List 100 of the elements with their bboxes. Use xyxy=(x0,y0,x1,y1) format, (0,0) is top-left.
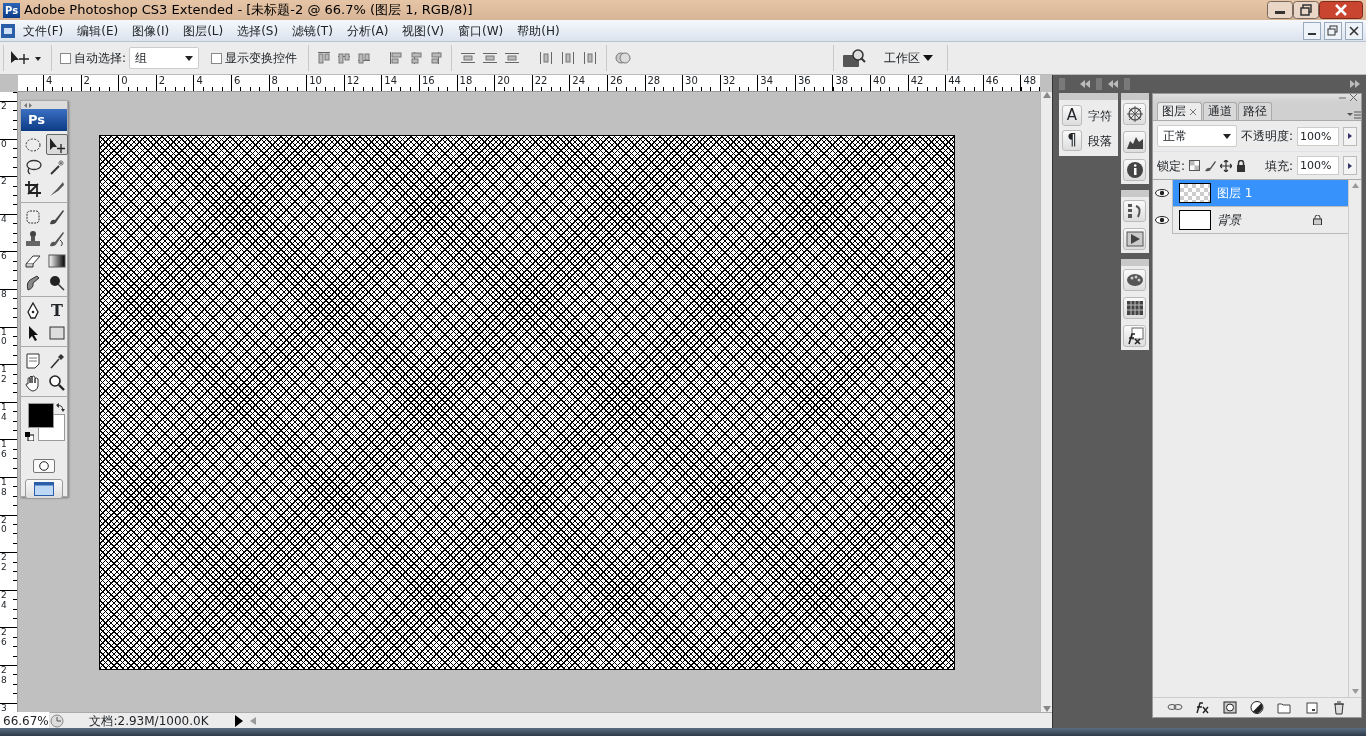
menu-item[interactable]: 图像(I) xyxy=(125,21,177,40)
half-circle-icon[interactable] xyxy=(1248,700,1265,715)
menu-item[interactable]: 窗口(W) xyxy=(451,21,511,40)
menu-arrow-icon[interactable] xyxy=(234,714,244,727)
align-icon[interactable] xyxy=(409,51,424,65)
distribute-icon[interactable] xyxy=(582,51,599,65)
document-canvas[interactable] xyxy=(99,135,955,670)
align-icon[interactable] xyxy=(389,51,404,65)
auto-align-icon[interactable] xyxy=(615,50,632,66)
lock-transparency-icon[interactable] xyxy=(1189,160,1200,171)
panel-tab[interactable]: 通道 xyxy=(1202,102,1237,120)
menu-item[interactable]: 滤镜(T) xyxy=(285,21,340,40)
collapse-icon[interactable] xyxy=(1079,80,1090,88)
swap-arrow-icon[interactable] xyxy=(56,403,65,412)
tool-button[interactable] xyxy=(46,134,68,155)
distribute-icon[interactable] xyxy=(560,51,577,65)
panel-tab[interactable]: 路径 xyxy=(1237,102,1272,120)
lock-icon[interactable] xyxy=(1236,159,1246,172)
expand-icon[interactable] xyxy=(1350,80,1360,88)
opacity-field[interactable]: 100% xyxy=(1297,126,1339,146)
grip-icon[interactable] xyxy=(1095,78,1102,90)
target-dropdown[interactable]: 组 xyxy=(129,47,200,69)
menu-item[interactable]: 选择(S) xyxy=(230,21,286,40)
fx-icon[interactable] xyxy=(1125,327,1144,345)
screen-mode-button[interactable] xyxy=(25,479,63,499)
color-swatches-drawing[interactable] xyxy=(27,403,65,441)
ruler-label: 4 xyxy=(46,75,53,86)
mask-icon[interactable] xyxy=(1221,700,1238,715)
close-button[interactable] xyxy=(1319,1,1363,19)
caret-icon xyxy=(1348,162,1352,169)
info-icon[interactable] xyxy=(1125,161,1144,179)
ruler-label: 18 xyxy=(459,75,473,86)
tool-button[interactable] xyxy=(22,178,44,199)
align-icon[interactable] xyxy=(357,51,372,65)
new-layer-icon[interactable] xyxy=(1303,700,1320,715)
close-icon[interactable] xyxy=(1188,107,1197,116)
restore-button[interactable] xyxy=(1293,1,1319,19)
distribute-icon[interactable] xyxy=(504,51,521,65)
menu-item[interactable]: 视图(V) xyxy=(395,21,452,40)
fx-icon[interactable] xyxy=(1194,700,1211,715)
panel-menu-icon[interactable] xyxy=(1347,110,1361,120)
tool-button[interactable]: T xyxy=(46,300,68,321)
ruler-label: 10 xyxy=(309,75,322,86)
menu-item[interactable]: 图层(L) xyxy=(176,21,231,40)
distribute-icon[interactable] xyxy=(482,51,499,65)
brush-icon xyxy=(48,207,66,226)
palette-icon[interactable] xyxy=(1125,271,1144,289)
align-icon[interactable] xyxy=(429,51,444,65)
magnifier-icon xyxy=(48,373,66,392)
menu-item[interactable]: 帮助(H) xyxy=(510,21,567,40)
menu-item[interactable]: 分析(A) xyxy=(339,21,396,40)
minimize-button[interactable] xyxy=(1267,1,1293,19)
panel-grip[interactable] xyxy=(21,101,67,109)
quick-mask-button[interactable] xyxy=(33,459,55,473)
lock-label: 锁定: xyxy=(1156,157,1185,175)
fill-slider-button[interactable] xyxy=(1343,156,1357,175)
blend-mode-dropdown[interactable]: 正常 xyxy=(1156,125,1237,147)
grip-icon[interactable] xyxy=(1059,78,1065,90)
checkbox[interactable] xyxy=(211,52,223,64)
panel-tab[interactable]: 图层 xyxy=(1156,102,1202,120)
bridge-icon[interactable] xyxy=(842,48,866,68)
move-arrows-icon[interactable] xyxy=(1220,159,1232,172)
menu-item[interactable]: 编辑(E) xyxy=(70,21,126,40)
opacity-slider-button[interactable] xyxy=(1343,126,1357,146)
checkbox-label: 显示变换控件 xyxy=(225,50,298,67)
ruler-label: 10 xyxy=(1,327,8,348)
checkbox-label: 自动选择: xyxy=(74,50,127,67)
fill-field[interactable]: 100% xyxy=(1297,156,1339,175)
close-icon[interactable] xyxy=(1350,94,1357,101)
caret-icon xyxy=(923,55,933,61)
align-icon[interactable] xyxy=(337,51,352,65)
panel-button[interactable]: A xyxy=(1062,105,1082,126)
toolbox-logo: Ps xyxy=(21,109,67,131)
document-icon xyxy=(0,22,16,39)
ruler-label: 42 xyxy=(910,75,924,86)
grip-icon[interactable] xyxy=(1123,78,1130,90)
distribute-icon[interactable] xyxy=(538,51,555,65)
play-icon[interactable] xyxy=(1125,230,1144,248)
align-icon[interactable] xyxy=(317,51,332,65)
scroll-up-icon[interactable] xyxy=(1042,92,1051,98)
eye-icon[interactable] xyxy=(1155,216,1170,224)
restore-button[interactable] xyxy=(1324,21,1342,40)
ruler-label: 48 xyxy=(1023,75,1037,86)
distribute-icon[interactable] xyxy=(460,51,477,65)
dodge-icon xyxy=(48,273,66,292)
navigator-icon[interactable] xyxy=(1125,105,1144,123)
brush-icon[interactable] xyxy=(1204,159,1216,172)
menu-item[interactable]: 文件(F) xyxy=(16,21,71,40)
collapse-icon[interactable] xyxy=(1107,80,1118,88)
panel-button[interactable]: ¶ xyxy=(1062,130,1082,151)
ruler-label: 14 xyxy=(1,402,8,423)
checkbox[interactable] xyxy=(60,52,71,64)
close-button[interactable] xyxy=(1345,21,1363,40)
grid-icon[interactable] xyxy=(1125,299,1144,317)
default-colors-icon[interactable] xyxy=(25,432,34,441)
minimize-button[interactable] xyxy=(1303,21,1321,40)
eye-icon[interactable] xyxy=(1155,189,1170,197)
workspace-button[interactable]: 工作区 xyxy=(884,49,933,67)
folder-icon[interactable] xyxy=(1276,700,1293,715)
layer-row[interactable]: 背景 xyxy=(1152,207,1348,234)
